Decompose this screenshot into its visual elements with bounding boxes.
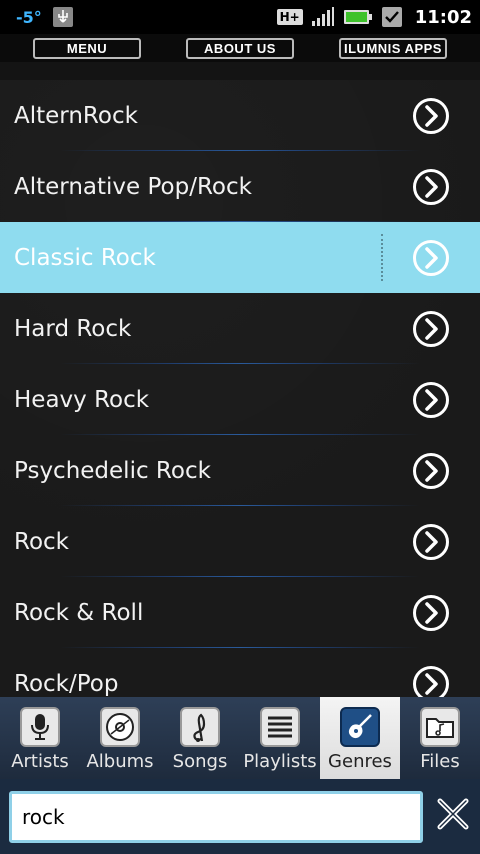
genre-row[interactable]: Hard Rock xyxy=(0,293,480,364)
clock: 11:02 xyxy=(414,6,472,28)
tab-playlists[interactable]: Playlists xyxy=(240,697,320,779)
tab-label: Genres xyxy=(328,751,392,772)
chevron-right-icon[interactable] xyxy=(412,665,450,698)
menu-button[interactable]: MENU xyxy=(33,37,141,59)
ilumnis-apps-button[interactable]: ILUMNIS APPS xyxy=(339,37,447,59)
guitar-icon xyxy=(348,714,372,739)
tab-label: Artists xyxy=(11,751,69,772)
microphone-icon xyxy=(31,714,49,740)
genre-label: Rock & Roll xyxy=(14,599,144,626)
genre-row[interactable]: AlternRock xyxy=(0,80,480,151)
tab-albums[interactable]: Albums xyxy=(80,697,160,779)
tab-songs[interactable]: Songs xyxy=(160,697,240,779)
genre-row[interactable]: Rock & Roll xyxy=(0,577,480,648)
status-bar: -5° H+ 11:02 xyxy=(0,0,480,34)
tab-files[interactable]: Files xyxy=(400,697,480,779)
tab-label: Albums xyxy=(86,751,154,772)
genre-label: AlternRock xyxy=(14,102,138,129)
folder-icon xyxy=(426,718,454,738)
genre-label: Psychedelic Rock xyxy=(14,457,211,484)
chevron-right-icon[interactable] xyxy=(412,168,450,206)
chevron-right-icon[interactable] xyxy=(412,310,450,348)
tab-genres[interactable]: Genres xyxy=(320,697,400,779)
tab-label: Playlists xyxy=(243,751,317,772)
genre-row-selected[interactable]: Classic Rock xyxy=(0,222,480,293)
tab-bar: Artists Albums Songs Playlists Genres Fi… xyxy=(0,697,480,779)
temperature-readout: -5° xyxy=(16,7,42,27)
about-us-button[interactable]: ABOUT US xyxy=(186,37,294,59)
battery-icon xyxy=(343,10,372,24)
genre-label: Rock/Pop xyxy=(14,670,119,697)
genre-label: Rock xyxy=(14,528,69,555)
tab-label: Songs xyxy=(172,751,228,772)
search-input[interactable] xyxy=(9,790,423,843)
playlist-icon xyxy=(268,716,292,738)
genre-row[interactable]: Rock/Pop xyxy=(0,648,480,697)
usb-icon xyxy=(52,7,73,27)
tab-artists[interactable]: Artists xyxy=(0,697,80,779)
genre-label: Heavy Rock xyxy=(14,386,150,413)
genre-label: Hard Rock xyxy=(14,315,132,342)
genre-row[interactable]: Alternative Pop/Rock xyxy=(0,151,480,222)
genre-label: Alternative Pop/Rock xyxy=(14,173,252,200)
chevron-right-icon[interactable] xyxy=(412,594,450,632)
row-separator xyxy=(381,234,383,281)
genre-row[interactable]: Psychedelic Rock xyxy=(0,435,480,506)
chevron-right-icon[interactable] xyxy=(412,239,450,277)
genre-list[interactable]: AlternRock Alternative Pop/Rock Classic … xyxy=(0,80,480,697)
search-bar xyxy=(0,779,480,854)
disc-icon xyxy=(106,713,134,741)
genre-label: Classic Rock xyxy=(14,244,156,271)
chevron-right-icon[interactable] xyxy=(412,452,450,490)
genre-row[interactable]: Heavy Rock xyxy=(0,364,480,435)
network-type-badge: H+ xyxy=(276,9,303,25)
treble-clef-icon xyxy=(193,713,206,742)
top-menu: MENU ABOUT US ILUMNIS APPS xyxy=(0,34,480,62)
genre-row[interactable]: Rock xyxy=(0,506,480,577)
checkbox-icon xyxy=(381,7,402,27)
signal-icon xyxy=(311,7,334,26)
chevron-right-icon[interactable] xyxy=(412,97,450,135)
tab-label: Files xyxy=(420,751,460,772)
clear-search-icon[interactable] xyxy=(436,797,470,831)
chevron-right-icon[interactable] xyxy=(412,381,450,419)
chevron-right-icon[interactable] xyxy=(412,523,450,561)
